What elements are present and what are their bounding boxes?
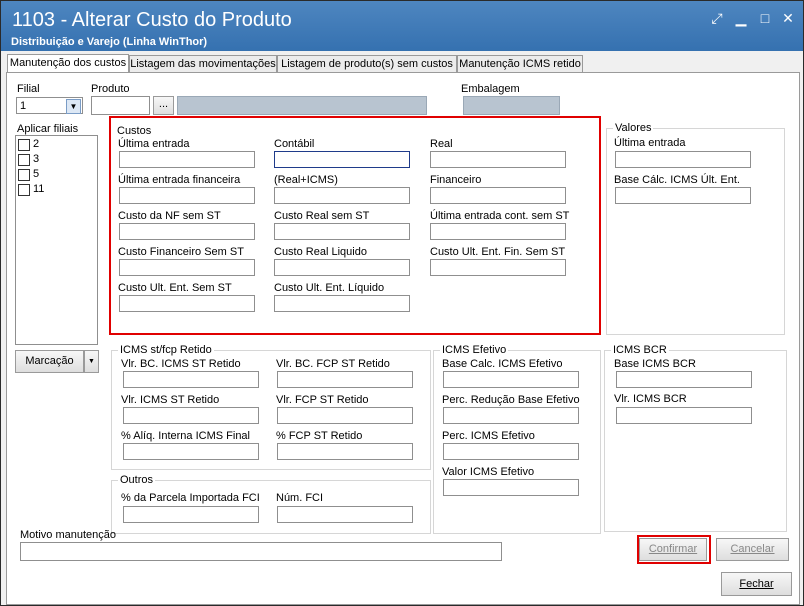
maximize-icon[interactable]: □ [755,9,775,29]
icms-st-retido-title: ICMS st/fcp Retido [118,344,214,356]
icms-bcr-group: ICMS BCR Base ICMS BCR Vlr. ICMS BCR [604,344,787,532]
valores-ultima-entrada-label: Última entrada [614,137,686,149]
aliq-interna-icms-label: % Alíq. Interna ICMS Final [121,430,250,442]
marcacao-button[interactable]: Marcação [15,350,84,373]
vlr-icms-bcr-input[interactable] [616,407,752,424]
outros-title: Outros [118,474,156,486]
icms-bcr-title: ICMS BCR [611,344,669,356]
num-fci-input[interactable] [277,506,413,523]
base-icms-bcr-input[interactable] [616,371,752,388]
checkbox[interactable] [18,154,30,166]
produto-label: Produto [91,83,130,95]
base-calc-icms-efetivo-input[interactable] [443,371,579,388]
outros-group: Outros % da Parcela Importada FCI Núm. F… [111,474,431,534]
produto-description-field [177,96,427,115]
vlr-icms-st-input[interactable] [123,407,259,424]
vlr-bc-fcp-st-input[interactable] [277,371,413,388]
confirmar-highlight [637,535,711,564]
vlr-bc-icms-st-label: Vlr. BC. ICMS ST Retido [121,358,241,370]
highlight-box [109,116,601,335]
valores-group: Valores Última entrada Base Cálc. ICMS Ú… [606,122,785,335]
close-icon[interactable]: ✕ [778,9,798,29]
aliq-interna-icms-input[interactable] [123,443,259,460]
num-fci-label: Núm. FCI [276,492,324,504]
produto-input[interactable] [91,96,150,115]
vlr-fcp-st-label: Vlr. FCP ST Retido [276,394,369,406]
embalagem-label: Embalagem [461,83,520,95]
filial-check-item[interactable]: 2 [16,138,96,152]
icms-efetivo-group: ICMS Efetivo Base Calc. ICMS Efetivo Per… [433,344,601,534]
motivo-label: Motivo manutenção [20,529,116,541]
app-window: 1103 - Alterar Custo do Produto Distribu… [0,0,804,606]
filiais-checklist[interactable]: 2 3 5 11 [15,135,98,345]
vlr-icms-bcr-label: Vlr. ICMS BCR [614,393,687,405]
minimize-icon[interactable]: ▁ [731,9,751,29]
checkbox[interactable] [18,139,30,151]
tab-listagem-produtos-sem-custos[interactable]: Listagem de produto(s) sem custos [277,55,457,72]
valores-group-title: Valores [613,122,654,134]
base-calc-icms-label: Base Cálc. ICMS Últ. Ent. [614,174,740,186]
tab-panel: Filial 1 ▼ Produto ... Embalagem Aplicar… [6,72,800,605]
produto-search-button[interactable]: ... [153,96,174,115]
perc-reducao-base-label: Perc. Redução Base Efetivo [442,394,580,406]
icms-st-retido-group: ICMS st/fcp Retido Vlr. BC. ICMS ST Reti… [111,344,431,470]
filial-select[interactable]: 1 ▼ [16,97,83,114]
parcela-importada-fci-input[interactable] [123,506,259,523]
filial-check-item[interactable]: 3 [16,153,96,167]
embalagem-field [463,96,560,115]
perc-icms-efetivo-input[interactable] [443,443,579,460]
marcacao-dropdown-icon[interactable]: ▼ [84,350,99,373]
checkbox[interactable] [18,184,30,196]
perc-reducao-base-input[interactable] [443,407,579,424]
valores-ultima-entrada-input[interactable] [615,151,751,168]
base-calc-icms-input[interactable] [615,187,751,204]
tab-manutencao-custos[interactable]: Manutenção dos custos [7,54,129,73]
icms-efetivo-title: ICMS Efetivo [440,344,509,356]
base-calc-icms-efetivo-label: Base Calc. ICMS Efetivo [442,358,563,370]
aplicar-filiais-label: Aplicar filiais [17,123,79,135]
valor-icms-efetivo-label: Valor ICMS Efetivo [442,466,535,478]
title-bar: 1103 - Alterar Custo do Produto Distribu… [1,1,803,51]
parcela-importada-fci-label: % da Parcela Importada FCI [121,492,260,504]
vlr-bc-icms-st-input[interactable] [123,371,259,388]
vlr-icms-st-label: Vlr. ICMS ST Retido [121,394,220,406]
resize-icon[interactable]: ⤢ [707,9,727,29]
fcp-st-retido-label: % FCP ST Retido [276,430,363,442]
checkbox[interactable] [18,169,30,181]
valor-icms-efetivo-input[interactable] [443,479,579,496]
fechar-button[interactable]: Fechar [721,572,792,596]
tab-listagem-movimentacoes[interactable]: Listagem das movimentações [129,55,277,72]
tab-manutencao-icms-retido[interactable]: Manutenção ICMS retido [457,55,583,72]
filial-check-item[interactable]: 11 [16,183,96,197]
filial-label: Filial [17,83,40,95]
cancelar-button[interactable]: Cancelar [716,538,789,561]
vlr-fcp-st-input[interactable] [277,407,413,424]
fcp-st-retido-input[interactable] [277,443,413,460]
chevron-down-icon[interactable]: ▼ [66,99,81,114]
base-icms-bcr-label: Base ICMS BCR [614,358,696,370]
window-title: 1103 - Alterar Custo do Produto [12,9,292,31]
perc-icms-efetivo-label: Perc. ICMS Efetivo [442,430,535,442]
motivo-input[interactable] [20,542,502,561]
filial-check-item[interactable]: 5 [16,168,96,182]
vlr-bc-fcp-st-label: Vlr. BC. FCP ST Retido [276,358,390,370]
window-subtitle: Distribuição e Varejo (Linha WinThor) [11,36,208,48]
filial-value: 1 [20,100,27,112]
